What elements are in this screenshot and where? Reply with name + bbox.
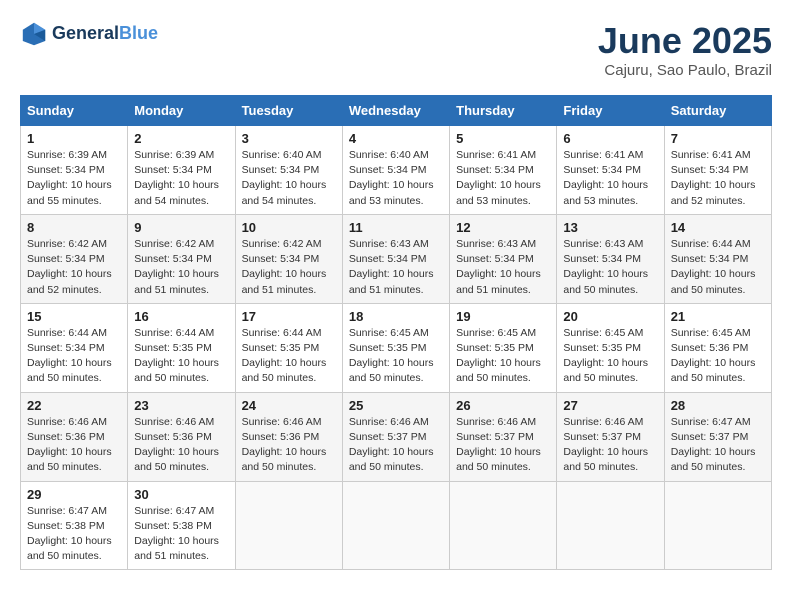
day-cell: 8 Sunrise: 6:42 AMSunset: 5:34 PMDayligh… [21,214,128,303]
empty-cell [235,481,342,570]
logo-icon [20,20,48,48]
day-cell: 6 Sunrise: 6:41 AMSunset: 5:34 PMDayligh… [557,126,664,215]
table-row: 1 Sunrise: 6:39 AMSunset: 5:34 PMDayligh… [21,126,772,215]
location: Cajuru, Sao Paulo, Brazil [598,62,772,79]
logo: GeneralBlue [20,20,158,48]
calendar-table: Sunday Monday Tuesday Wednesday Thursday… [20,95,772,570]
day-cell: 9 Sunrise: 6:42 AMSunset: 5:34 PMDayligh… [128,214,235,303]
table-row: 15 Sunrise: 6:44 AMSunset: 5:34 PMDaylig… [21,303,772,392]
day-cell: 22 Sunrise: 6:46 AMSunset: 5:36 PMDaylig… [21,392,128,481]
table-row: 8 Sunrise: 6:42 AMSunset: 5:34 PMDayligh… [21,214,772,303]
day-cell: 7 Sunrise: 6:41 AMSunset: 5:34 PMDayligh… [664,126,771,215]
day-cell: 28 Sunrise: 6:47 AMSunset: 5:37 PMDaylig… [664,392,771,481]
day-cell: 11 Sunrise: 6:43 AMSunset: 5:34 PMDaylig… [342,214,449,303]
col-monday: Monday [128,96,235,126]
page-header: GeneralBlue June 2025 Cajuru, Sao Paulo,… [20,20,772,79]
day-cell: 12 Sunrise: 6:43 AMSunset: 5:34 PMDaylig… [450,214,557,303]
col-saturday: Saturday [664,96,771,126]
day-cell: 23 Sunrise: 6:46 AMSunset: 5:36 PMDaylig… [128,392,235,481]
day-cell: 4 Sunrise: 6:40 AMSunset: 5:34 PMDayligh… [342,126,449,215]
day-cell: 25 Sunrise: 6:46 AMSunset: 5:37 PMDaylig… [342,392,449,481]
logo-text: GeneralBlue [52,24,158,44]
day-cell: 5 Sunrise: 6:41 AMSunset: 5:34 PMDayligh… [450,126,557,215]
day-cell: 17 Sunrise: 6:44 AMSunset: 5:35 PMDaylig… [235,303,342,392]
header-row: Sunday Monday Tuesday Wednesday Thursday… [21,96,772,126]
day-cell: 18 Sunrise: 6:45 AMSunset: 5:35 PMDaylig… [342,303,449,392]
day-cell: 30 Sunrise: 6:47 AMSunset: 5:38 PMDaylig… [128,481,235,570]
day-cell: 1 Sunrise: 6:39 AMSunset: 5:34 PMDayligh… [21,126,128,215]
day-cell: 26 Sunrise: 6:46 AMSunset: 5:37 PMDaylig… [450,392,557,481]
empty-cell [664,481,771,570]
col-friday: Friday [557,96,664,126]
title-area: June 2025 Cajuru, Sao Paulo, Brazil [598,20,772,79]
month-title: June 2025 [598,20,772,62]
day-cell: 10 Sunrise: 6:42 AMSunset: 5:34 PMDaylig… [235,214,342,303]
day-cell: 13 Sunrise: 6:43 AMSunset: 5:34 PMDaylig… [557,214,664,303]
table-row: 29 Sunrise: 6:47 AMSunset: 5:38 PMDaylig… [21,481,772,570]
day-cell: 2 Sunrise: 6:39 AMSunset: 5:34 PMDayligh… [128,126,235,215]
col-thursday: Thursday [450,96,557,126]
empty-cell [557,481,664,570]
day-cell: 24 Sunrise: 6:46 AMSunset: 5:36 PMDaylig… [235,392,342,481]
day-cell: 15 Sunrise: 6:44 AMSunset: 5:34 PMDaylig… [21,303,128,392]
day-cell: 29 Sunrise: 6:47 AMSunset: 5:38 PMDaylig… [21,481,128,570]
empty-cell [450,481,557,570]
col-wednesday: Wednesday [342,96,449,126]
col-tuesday: Tuesday [235,96,342,126]
col-sunday: Sunday [21,96,128,126]
day-cell: 16 Sunrise: 6:44 AMSunset: 5:35 PMDaylig… [128,303,235,392]
table-row: 22 Sunrise: 6:46 AMSunset: 5:36 PMDaylig… [21,392,772,481]
empty-cell [342,481,449,570]
day-cell: 19 Sunrise: 6:45 AMSunset: 5:35 PMDaylig… [450,303,557,392]
day-cell: 14 Sunrise: 6:44 AMSunset: 5:34 PMDaylig… [664,214,771,303]
day-cell: 21 Sunrise: 6:45 AMSunset: 5:36 PMDaylig… [664,303,771,392]
day-cell: 20 Sunrise: 6:45 AMSunset: 5:35 PMDaylig… [557,303,664,392]
day-cell: 3 Sunrise: 6:40 AMSunset: 5:34 PMDayligh… [235,126,342,215]
day-cell: 27 Sunrise: 6:46 AMSunset: 5:37 PMDaylig… [557,392,664,481]
